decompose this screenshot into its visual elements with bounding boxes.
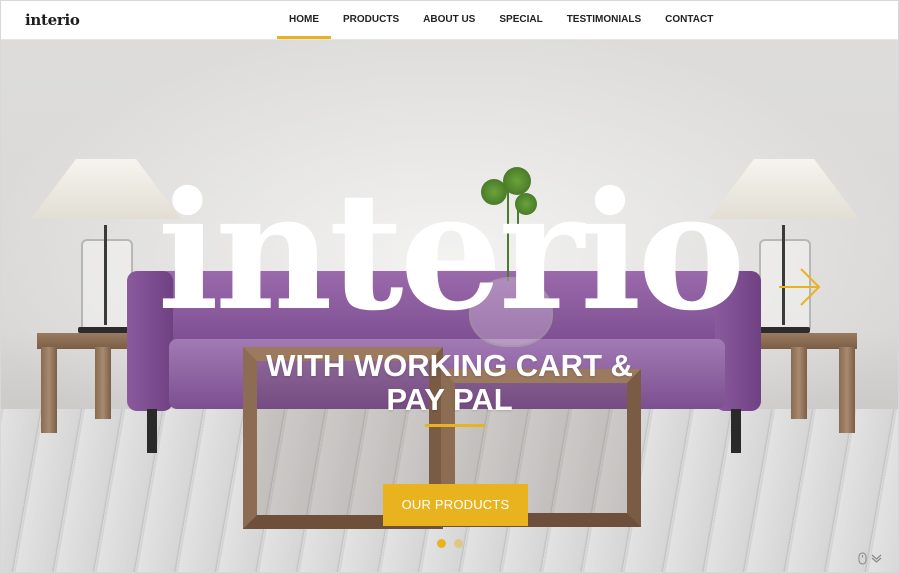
browser-viewport: interio HOME PRODUCTS ABOUT US SPECIAL T…	[0, 0, 899, 573]
hero-subtitle-line: PAY PAL	[386, 382, 513, 417]
site-header: interio HOME PRODUCTS ABOUT US SPECIAL T…	[1, 1, 898, 40]
hero-subtitle: WITH WORKING CART & PAY PAL	[1, 349, 898, 417]
nav-contact[interactable]: CONTACT	[653, 1, 725, 39]
slider-dot-active[interactable]	[437, 539, 446, 548]
hero-title: interio	[157, 157, 745, 347]
chevron-right-icon[interactable]	[779, 267, 823, 307]
mouse-icon	[858, 552, 867, 564]
our-products-button[interactable]: OUR PRODUCTS	[383, 484, 528, 526]
scroll-down-hint[interactable]	[858, 551, 886, 565]
chevron-down-icon	[871, 554, 882, 563]
nav-home[interactable]: HOME	[277, 1, 331, 39]
main-nav: HOME PRODUCTS ABOUT US SPECIAL TESTIMONI…	[277, 1, 725, 39]
nav-about-us[interactable]: ABOUT US	[411, 1, 487, 39]
hero-slider: interio WITH WORKING CART & PAY PAL OUR …	[1, 39, 898, 572]
nav-products[interactable]: PRODUCTS	[331, 1, 411, 39]
site-logo[interactable]: interio	[25, 11, 80, 29]
slider-dot[interactable]	[454, 539, 463, 548]
hero-subtitle-line: WITH WORKING CART &	[266, 348, 633, 383]
slider-dots	[437, 539, 463, 548]
nav-special[interactable]: SPECIAL	[487, 1, 554, 39]
nav-testimonials[interactable]: TESTIMONIALS	[555, 1, 653, 39]
accent-divider	[425, 424, 485, 427]
